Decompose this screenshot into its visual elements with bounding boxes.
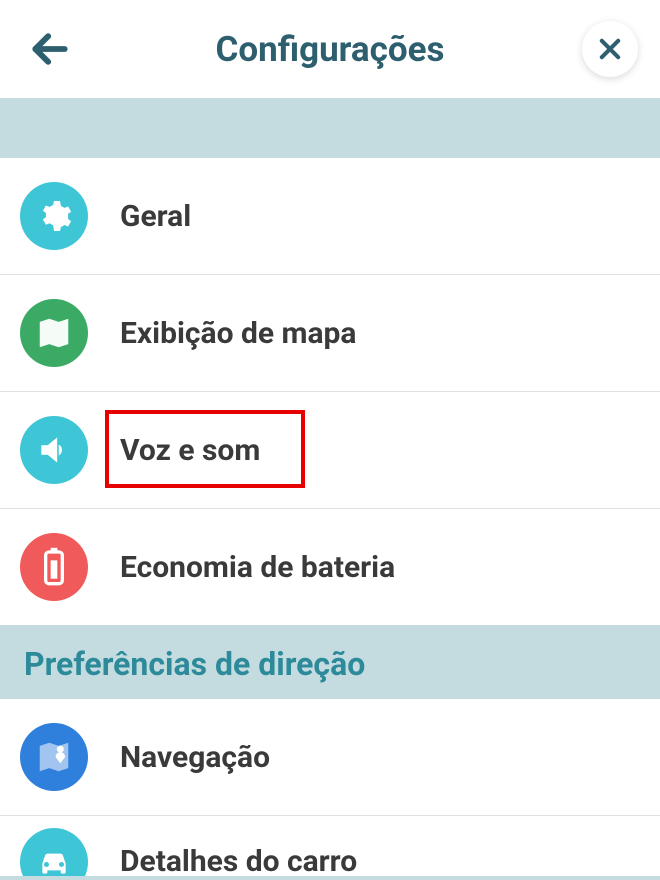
spacer [0,102,660,158]
settings-item-map-display[interactable]: Exibição de mapa [0,275,660,392]
item-label: Exibição de mapa [120,316,356,351]
close-button[interactable] [582,21,638,77]
back-button[interactable] [22,21,78,77]
item-label: Economia de bateria [120,550,395,585]
item-label: Voz e som [120,433,260,468]
settings-section-1: Geral Exibição de mapa Voz e som Economi… [0,158,660,625]
item-label: Geral [120,199,191,234]
item-label: Navegação [120,740,270,775]
settings-item-general[interactable]: Geral [0,158,660,275]
close-icon [596,35,624,63]
header: Configurações [0,0,660,102]
item-label: Detalhes do carro [120,844,357,876]
settings-item-voice-sound[interactable]: Voz e som [0,392,660,509]
settings-item-car-details[interactable]: Detalhes do carro [0,816,660,876]
navigation-icon [20,723,88,791]
page-title: Configurações [215,29,444,70]
settings-section-2: Navegação Detalhes do carro [0,699,660,876]
section-header-driving-prefs: Preferências de direção [0,625,660,699]
speaker-icon [20,416,88,484]
settings-item-navigation[interactable]: Navegação [0,699,660,816]
map-icon [20,299,88,367]
car-icon [20,828,88,876]
arrow-left-icon [28,27,72,71]
gear-icon [20,182,88,250]
settings-item-battery[interactable]: Economia de bateria [0,509,660,625]
battery-icon [20,533,88,601]
